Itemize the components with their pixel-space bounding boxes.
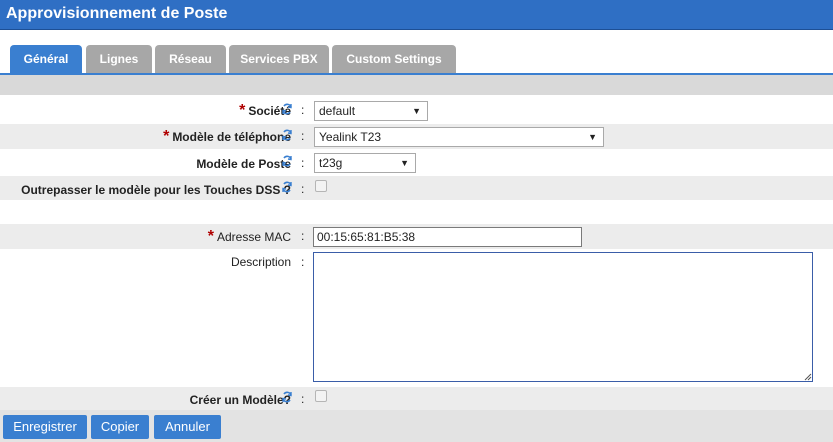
tab-lignes[interactable]: Lignes — [86, 45, 152, 73]
row-societe: * Société : default ▼ — [0, 99, 833, 123]
sync-icon[interactable] — [281, 154, 293, 168]
required-marker: * — [207, 228, 214, 245]
modele-poste-label: Modèle de Poste — [196, 157, 291, 171]
section-header-band — [0, 75, 833, 95]
colon: : — [301, 182, 305, 196]
adresse-mac-label-text: Adresse MAC — [216, 230, 291, 244]
adresse-mac-label: * Adresse MAC — [208, 228, 291, 246]
creer-modele-checkbox[interactable] — [315, 390, 327, 402]
modele-telephone-value: Yealink T23 — [319, 130, 382, 144]
outrepasser-checkbox[interactable] — [315, 180, 327, 192]
sync-icon[interactable] — [281, 128, 293, 142]
save-button[interactable]: Enregistrer — [3, 415, 87, 439]
sync-icon[interactable] — [281, 180, 293, 194]
colon: : — [301, 229, 305, 243]
row-modele-poste: Modèle de Poste : t23g ▼ — [0, 150, 833, 175]
sync-icon[interactable] — [281, 102, 293, 116]
footer-bar: Enregistrer Copier Annuler — [0, 410, 833, 442]
societe-select[interactable]: default ▼ — [314, 101, 428, 121]
description-label: Description — [230, 255, 291, 269]
window-title: Approvisionnement de Poste — [6, 5, 228, 22]
colon: : — [301, 156, 305, 170]
sync-icon[interactable] — [281, 390, 293, 404]
required-marker: * — [239, 102, 246, 119]
modele-telephone-label: * Modèle de téléphone — [163, 128, 291, 146]
colon: : — [301, 255, 305, 269]
colon: : — [301, 103, 305, 117]
chevron-down-icon: ▼ — [588, 132, 597, 142]
resize-handle-icon[interactable] — [804, 373, 812, 381]
row-description: Description : — [0, 250, 833, 386]
modele-telephone-label-text: Modèle de téléphone — [172, 130, 291, 144]
adresse-mac-input[interactable]: 00:15:65:81:B5:38 — [313, 227, 582, 247]
chevron-down-icon: ▼ — [412, 106, 421, 116]
tab-general[interactable]: Général — [10, 45, 82, 73]
description-textarea[interactable] — [313, 252, 813, 382]
societe-value: default — [319, 104, 356, 118]
tab-reseau[interactable]: Réseau — [155, 45, 226, 73]
cancel-button[interactable]: Annuler — [154, 415, 221, 439]
row-spacer — [0, 201, 833, 223]
colon: : — [301, 392, 305, 406]
outrepasser-label: Outrepasser le modèle pour les Touches D… — [21, 183, 291, 197]
modele-poste-select[interactable]: t23g ▼ — [314, 153, 416, 173]
copy-button[interactable]: Copier — [91, 415, 149, 439]
chevron-down-icon: ▼ — [400, 158, 409, 168]
required-marker: * — [163, 128, 170, 145]
modele-poste-value: t23g — [319, 156, 343, 170]
title-bar: Approvisionnement de Poste — [0, 0, 833, 30]
modele-telephone-select[interactable]: Yealink T23 ▼ — [314, 127, 604, 147]
tab-custom-settings[interactable]: Custom Settings — [332, 45, 456, 73]
tab-services-pbx[interactable]: Services PBX — [229, 45, 329, 73]
row-modele-telephone: * Modèle de téléphone : Yealink T23 ▼ — [0, 124, 833, 149]
row-outrepasser: Outrepasser le modèle pour les Touches D… — [0, 176, 833, 200]
tab-bar: Général Lignes Réseau Services PBX Custo… — [0, 31, 833, 73]
row-creer-modele: Créer un Modèle? : — [0, 387, 833, 410]
creer-modele-label: Créer un Modèle? — [189, 393, 291, 407]
row-adresse-mac: * Adresse MAC : 00:15:65:81:B5:38 — [0, 224, 833, 249]
colon: : — [301, 129, 305, 143]
